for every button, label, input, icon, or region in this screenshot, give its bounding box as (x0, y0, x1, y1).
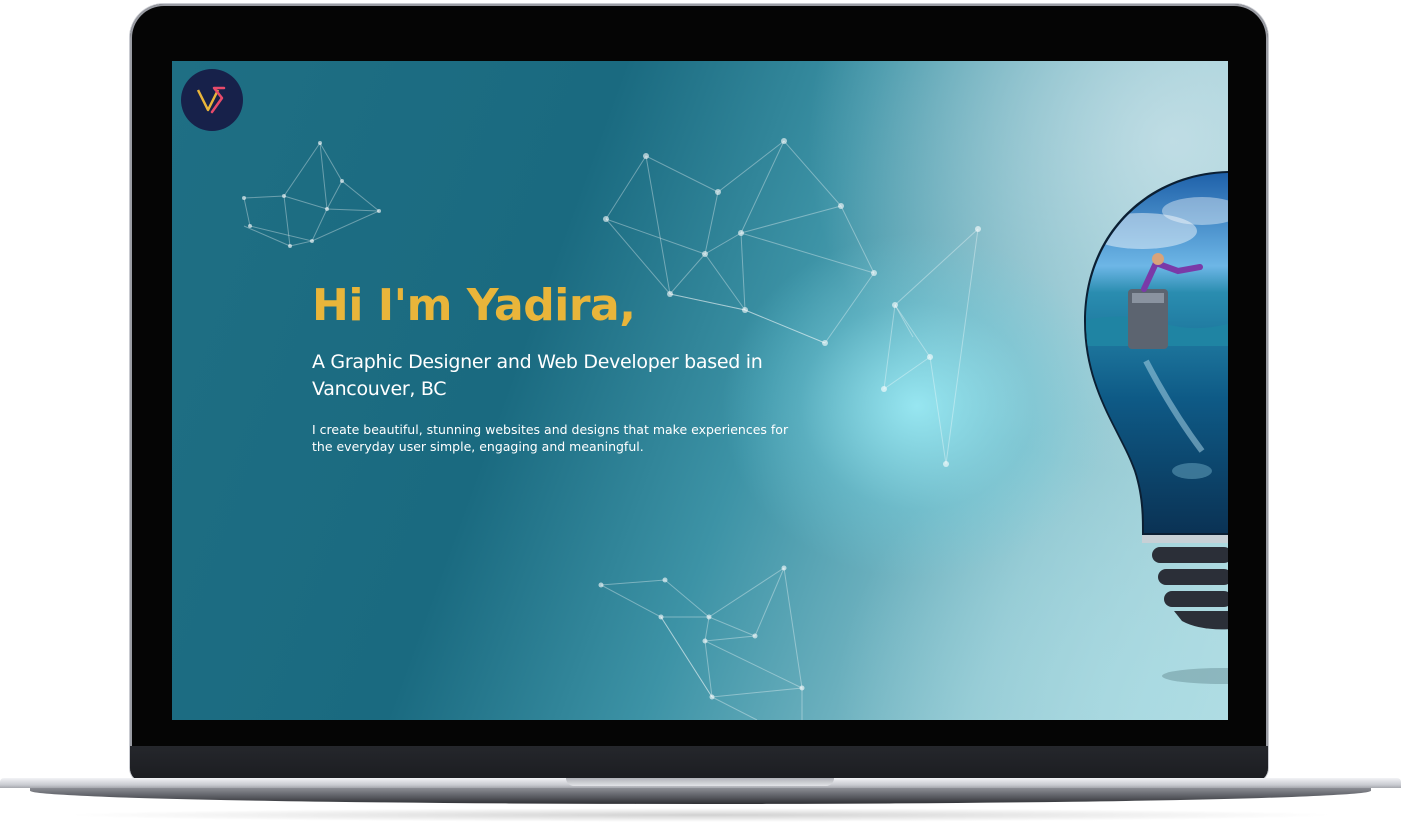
laptop-base (0, 778, 1401, 808)
lightbulb-ocean-illustration-icon (1084, 171, 1228, 684)
hero-description: I create beautiful, stunning websites an… (312, 422, 789, 454)
hero-section: Hi I'm Yadira, A Graphic Designer and We… (312, 279, 832, 455)
laptop-shadow (60, 808, 1341, 822)
hero-title: Hi I'm Yadira, (312, 280, 636, 331)
vs-monogram-logo-icon[interactable] (181, 69, 243, 131)
laptop-notch (566, 778, 834, 786)
laptop-chin (130, 746, 1268, 782)
hero-subtitle: A Graphic Designer and Web Developer bas… (312, 351, 763, 400)
website-screen: Hi I'm Yadira, A Graphic Designer and We… (172, 61, 1228, 720)
